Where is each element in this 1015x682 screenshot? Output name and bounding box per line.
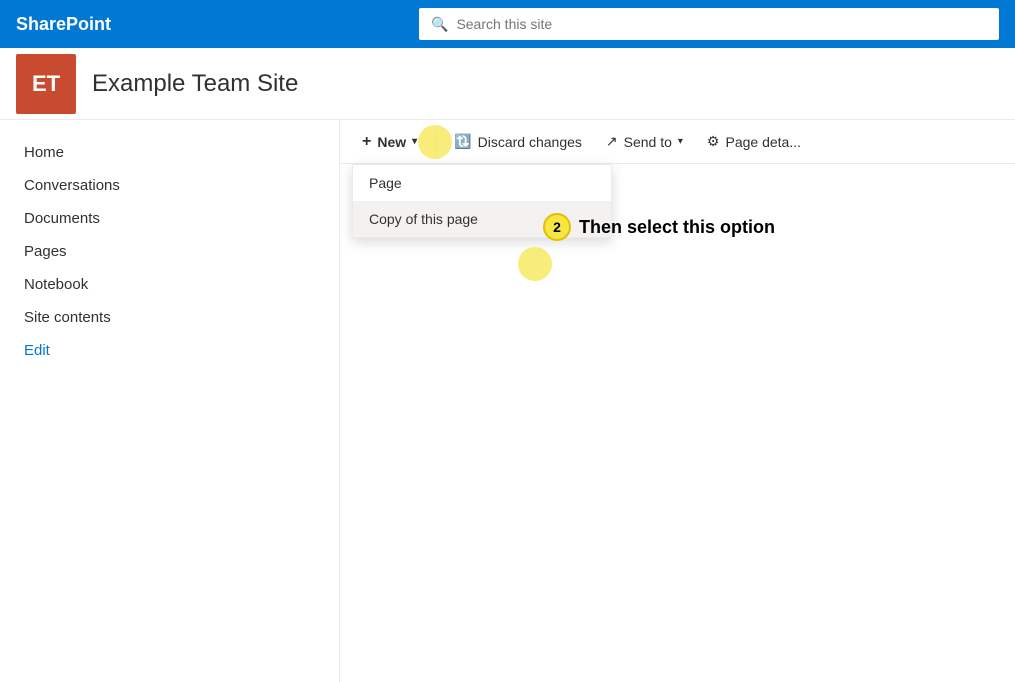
new-button[interactable]: + New ▾ [352,129,427,155]
command-bar: + New ▾ 🔃 Discard changes ↗ Send to ▾ ⚙ … [340,120,1015,164]
site-header: ET Example Team Site [0,48,1015,120]
plus-icon: + [362,133,371,151]
top-bar: SharePoint 🔍 [0,0,1015,48]
main-layout: Home Conversations Documents Pages Noteb… [0,120,1015,682]
send-icon: ↗ [606,133,618,150]
dropdown-item-page[interactable]: Page [353,165,611,201]
send-to-label: Send to [624,134,672,150]
sidebar-item-notebook[interactable]: Notebook [0,268,339,301]
search-icon: 🔍 [431,16,448,33]
discard-changes-button[interactable]: 🔃 Discard changes [444,129,592,154]
search-box[interactable]: 🔍 [419,8,999,40]
gear-icon: ⚙ [707,133,720,150]
sidebar-item-site-contents[interactable]: Site contents [0,301,339,334]
search-input[interactable] [456,16,987,32]
page-details-label: Page deta... [725,134,801,150]
sidebar-item-documents[interactable]: Documents [0,202,339,235]
new-button-highlight [418,125,452,159]
discard-label: Discard changes [478,134,582,150]
chevron-down-icon: ▾ [412,136,417,147]
sidebar-item-edit[interactable]: Edit [0,334,339,367]
send-to-button[interactable]: ↗ Send to ▾ [596,129,693,154]
sidebar-item-pages[interactable]: Pages [0,235,339,268]
copy-page-highlight [518,247,552,281]
discard-icon: 🔃 [454,133,471,150]
dropdown-item-copy-page[interactable]: Copy of this page [353,201,611,237]
content-area: + New ▾ 🔃 Discard changes ↗ Send to ▾ ⚙ … [340,120,1015,682]
page-details-button[interactable]: ⚙ Page deta... [697,129,811,154]
sidebar-item-conversations[interactable]: Conversations [0,169,339,202]
site-title: Example Team Site [92,70,298,98]
new-label: New [377,134,406,150]
brand-logo[interactable]: SharePoint [16,14,111,35]
new-dropdown-menu: Page Copy of this page 2 Then select thi… [352,164,612,238]
sidebar-item-home[interactable]: Home [0,136,339,169]
send-chevron-icon: ▾ [678,136,683,147]
sidebar: Home Conversations Documents Pages Noteb… [0,120,340,682]
site-logo: ET [16,54,76,114]
